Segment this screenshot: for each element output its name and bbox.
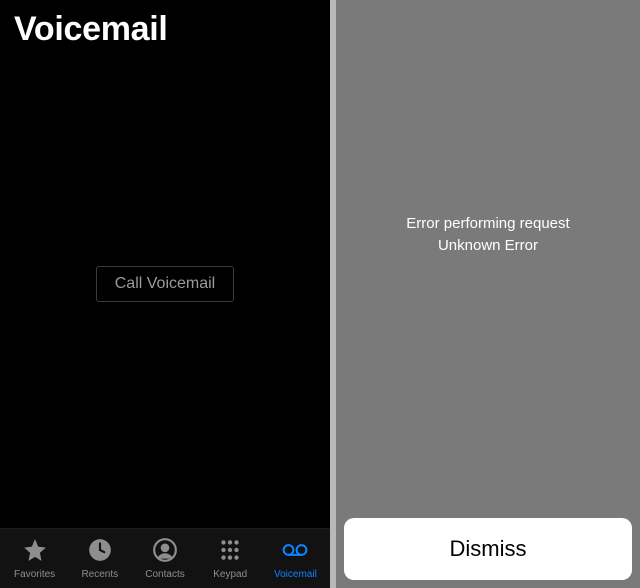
tab-label: Favorites xyxy=(14,570,55,580)
tab-label: Keypad xyxy=(213,570,247,580)
tab-keypad[interactable]: Keypad xyxy=(198,537,263,580)
dismiss-button[interactable]: Dismiss xyxy=(344,518,632,580)
clock-icon xyxy=(87,537,113,566)
tab-voicemail[interactable]: Voicemail xyxy=(263,537,328,580)
error-sheet: Error performing request Unknown Error D… xyxy=(330,0,640,588)
keypad-icon xyxy=(217,537,243,566)
tab-label: Recents xyxy=(81,570,118,580)
tab-contacts[interactable]: Contacts xyxy=(132,537,197,580)
tab-bar: Favorites Recents Contacts Keypad xyxy=(0,528,330,588)
error-message: Error performing request Unknown Error xyxy=(336,0,640,510)
page-title: Voicemail xyxy=(0,0,330,49)
dismiss-container: Dismiss xyxy=(336,510,640,588)
tab-recents[interactable]: Recents xyxy=(67,537,132,580)
call-voicemail-button[interactable]: Call Voicemail xyxy=(96,266,234,302)
tab-label: Contacts xyxy=(145,570,184,580)
tab-favorites[interactable]: Favorites xyxy=(2,537,67,580)
voicemail-icon xyxy=(282,537,308,566)
tab-label: Voicemail xyxy=(274,570,317,580)
star-icon xyxy=(22,537,48,566)
voicemail-empty-area: Call Voicemail xyxy=(0,49,330,528)
voicemail-screen: Voicemail Call Voicemail Favorites Recen… xyxy=(0,0,330,588)
error-line-2: Unknown Error xyxy=(438,235,538,257)
error-line-1: Error performing request xyxy=(406,213,569,235)
contact-icon xyxy=(152,537,178,566)
